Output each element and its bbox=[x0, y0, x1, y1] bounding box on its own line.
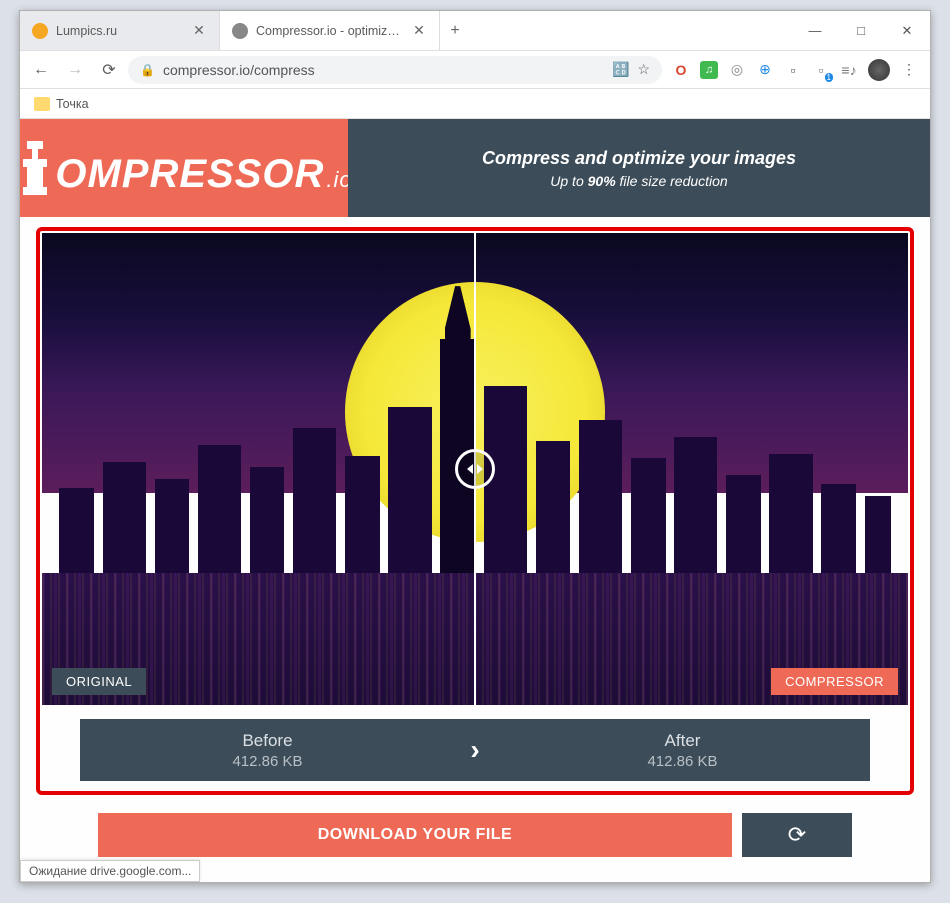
bookmark-item[interactable]: Точка bbox=[56, 97, 89, 111]
slogan-sub: Up to 90% file size reduction bbox=[550, 173, 727, 189]
maximize-button[interactable]: □ bbox=[838, 11, 884, 50]
extension-icon[interactable]: ▫1 bbox=[812, 61, 830, 79]
logo-text: OMPRESSOR.io bbox=[20, 139, 353, 197]
tab-title: Compressor.io - optimize and co bbox=[256, 24, 403, 38]
url-input[interactable]: 🔒 compressor.io/compress 🔠 ☆ bbox=[128, 56, 662, 84]
new-tab-button[interactable]: + bbox=[440, 11, 470, 50]
size-comparison-bar: Before 412.86 KB › After 412.86 KB bbox=[80, 719, 870, 781]
titlebar: Lumpics.ru ✕ Compressor.io - optimize an… bbox=[20, 11, 930, 51]
after-label: After bbox=[665, 731, 701, 751]
favicon-icon bbox=[232, 23, 248, 39]
site-header: OMPRESSOR.io Compress and optimize your … bbox=[20, 119, 930, 217]
page-content: OMPRESSOR.io Compress and optimize your … bbox=[20, 119, 930, 882]
extension-icon[interactable]: ◎ bbox=[728, 61, 746, 79]
close-tab-icon[interactable]: ✕ bbox=[411, 23, 427, 39]
download-row: DOWNLOAD YOUR FILE ⟳ bbox=[98, 813, 852, 857]
tab-lumpics[interactable]: Lumpics.ru ✕ bbox=[20, 11, 220, 50]
tab-title: Lumpics.ru bbox=[56, 24, 183, 38]
browser-window: Lumpics.ru ✕ Compressor.io - optimize an… bbox=[19, 10, 931, 883]
status-bar: Ожидание drive.google.com... bbox=[20, 860, 200, 882]
extension-icon[interactable]: ▫ bbox=[784, 61, 802, 79]
retry-button[interactable]: ⟳ bbox=[742, 813, 852, 857]
slogan: Compress and optimize your images Up to … bbox=[348, 119, 930, 217]
image-compare[interactable]: ORIGINAL COMPRESSOR bbox=[42, 233, 908, 705]
bookmarks-bar: Точка bbox=[20, 89, 930, 119]
original-label: ORIGINAL bbox=[52, 668, 146, 695]
size-before: Before 412.86 KB bbox=[80, 731, 455, 770]
slogan-main: Compress and optimize your images bbox=[482, 148, 796, 169]
extension-icon[interactable]: ♫ bbox=[700, 61, 718, 79]
translate-icon[interactable]: 🔠 bbox=[612, 61, 629, 78]
address-bar: ← → ⟳ 🔒 compressor.io/compress 🔠 ☆ O ♫ ◎… bbox=[20, 51, 930, 89]
before-value: 412.86 KB bbox=[232, 753, 302, 770]
window-controls: — □ ✕ bbox=[792, 11, 930, 50]
forward-button[interactable]: → bbox=[60, 55, 90, 85]
menu-button[interactable]: ⋮ bbox=[900, 61, 918, 79]
back-button[interactable]: ← bbox=[26, 55, 56, 85]
arrow-right-icon: › bbox=[455, 734, 495, 766]
extension-icon[interactable]: ≡♪ bbox=[840, 61, 858, 79]
close-tab-icon[interactable]: ✕ bbox=[191, 23, 207, 39]
folder-icon bbox=[34, 97, 50, 111]
compare-slider-handle[interactable] bbox=[455, 449, 495, 489]
before-label: Before bbox=[242, 731, 292, 751]
extension-icon[interactable]: ⊕ bbox=[756, 61, 774, 79]
star-icon[interactable]: ☆ bbox=[637, 61, 650, 78]
extension-icon[interactable]: O bbox=[672, 61, 690, 79]
lock-icon: 🔒 bbox=[140, 63, 155, 77]
logo[interactable]: OMPRESSOR.io bbox=[20, 119, 348, 217]
size-after: After 412.86 KB bbox=[495, 731, 870, 770]
minimize-button[interactable]: — bbox=[792, 11, 838, 50]
download-button[interactable]: DOWNLOAD YOUR FILE bbox=[98, 813, 732, 857]
avatar[interactable] bbox=[868, 59, 890, 81]
close-window-button[interactable]: ✕ bbox=[884, 11, 930, 50]
after-value: 412.86 KB bbox=[647, 753, 717, 770]
compressor-label: COMPRESSOR bbox=[771, 668, 898, 695]
tab-compressor[interactable]: Compressor.io - optimize and co ✕ bbox=[220, 11, 440, 50]
favicon-icon bbox=[32, 23, 48, 39]
url-text: compressor.io/compress bbox=[163, 62, 604, 78]
reload-button[interactable]: ⟳ bbox=[94, 55, 124, 85]
logo-clamp-icon bbox=[20, 139, 55, 197]
extension-icons: O ♫ ◎ ⊕ ▫ ▫1 ≡♪ ⋮ bbox=[666, 59, 924, 81]
highlight-annotation: ORIGINAL COMPRESSOR Before 412.86 KB › A… bbox=[36, 227, 914, 795]
